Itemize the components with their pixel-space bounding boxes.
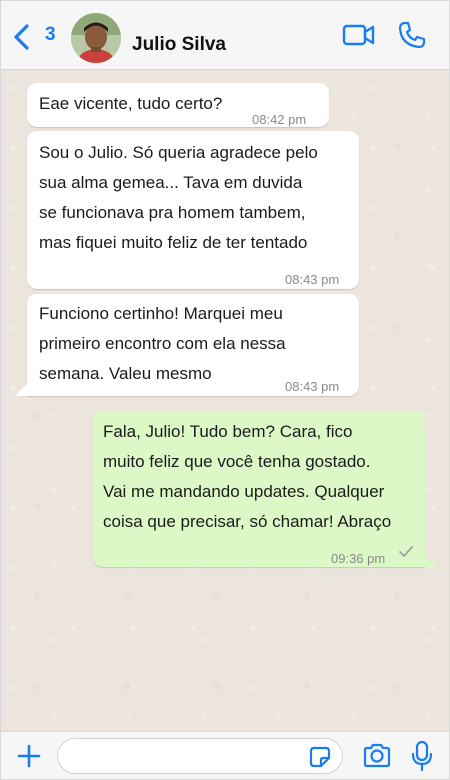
video-camera-icon xyxy=(342,24,375,46)
message-bubble-outgoing[interactable]: Fala, Julio! Tudo bem? Cara, fico muito … xyxy=(93,411,425,567)
message-input[interactable] xyxy=(57,738,343,774)
message-bubble-incoming[interactable]: Funciono certinho! Marquei meu primeiro … xyxy=(27,294,359,396)
message-text: Fala, Julio! Tudo bem? Cara, fico xyxy=(103,422,353,441)
message-text: primeiro encontro com ela nessa xyxy=(39,334,286,353)
camera-button[interactable] xyxy=(362,741,392,771)
input-bar xyxy=(1,731,449,779)
video-call-button[interactable] xyxy=(342,22,376,53)
avatar[interactable] xyxy=(71,13,121,63)
message-text: Sou o Julio. Só queria agradece pelo xyxy=(39,143,318,162)
voice-call-button[interactable] xyxy=(397,20,427,55)
message-text: muito feliz que você tenha gostado. xyxy=(103,452,371,471)
message-text: semana. Valeu mesmo xyxy=(39,364,212,383)
message-time: 08:43 pm xyxy=(285,272,340,287)
message-list[interactable]: Eae vicente, tudo certo? 08:42 pm Sou o … xyxy=(1,70,449,731)
voice-message-button[interactable] xyxy=(410,740,434,772)
unread-count: 3 xyxy=(45,24,56,45)
bubble-tail xyxy=(15,384,27,396)
chat-header: 3 Julio Silva xyxy=(1,1,449,70)
avatar-image xyxy=(71,13,121,63)
message-bubble-incoming[interactable]: Eae vicente, tudo certo? 08:42 pm xyxy=(27,83,329,127)
message-text: Vai me mandando updates. Qualquer xyxy=(103,482,385,501)
message-text: coisa que precisar, só chamar! Abraço xyxy=(103,512,392,531)
add-attachment-button[interactable] xyxy=(15,742,43,770)
sticker-icon xyxy=(309,746,331,768)
chat-screen: 3 Julio Silva Eae vicente, tudo certo? 0… xyxy=(0,0,450,780)
sticker-button[interactable] xyxy=(308,745,332,769)
message-time: 09:36 pm xyxy=(331,551,386,566)
message-time: 08:43 pm xyxy=(285,379,340,394)
message-text: Funciono certinho! Marquei meu xyxy=(39,304,283,323)
bubble-tail xyxy=(425,555,437,567)
message-text: mas fiquei muito feliz de ter tentado xyxy=(39,233,308,252)
message-text: sua alma gemea... Tava em duvida xyxy=(39,173,303,192)
message-text: Eae vicente, tudo certo? xyxy=(39,94,223,113)
microphone-icon xyxy=(411,740,433,772)
contact-name[interactable]: Julio Silva xyxy=(132,34,226,56)
plus-icon xyxy=(17,744,41,768)
phone-icon xyxy=(398,21,426,49)
sent-check-icon xyxy=(399,546,413,557)
back-button[interactable]: 3 xyxy=(11,21,61,51)
message-bubble-incoming[interactable]: Sou o Julio. Só queria agradece pelo sua… xyxy=(27,131,359,289)
chevron-left-icon xyxy=(14,24,29,50)
camera-icon xyxy=(363,743,391,768)
message-text: se funcionava pra homem tambem, xyxy=(39,203,306,222)
